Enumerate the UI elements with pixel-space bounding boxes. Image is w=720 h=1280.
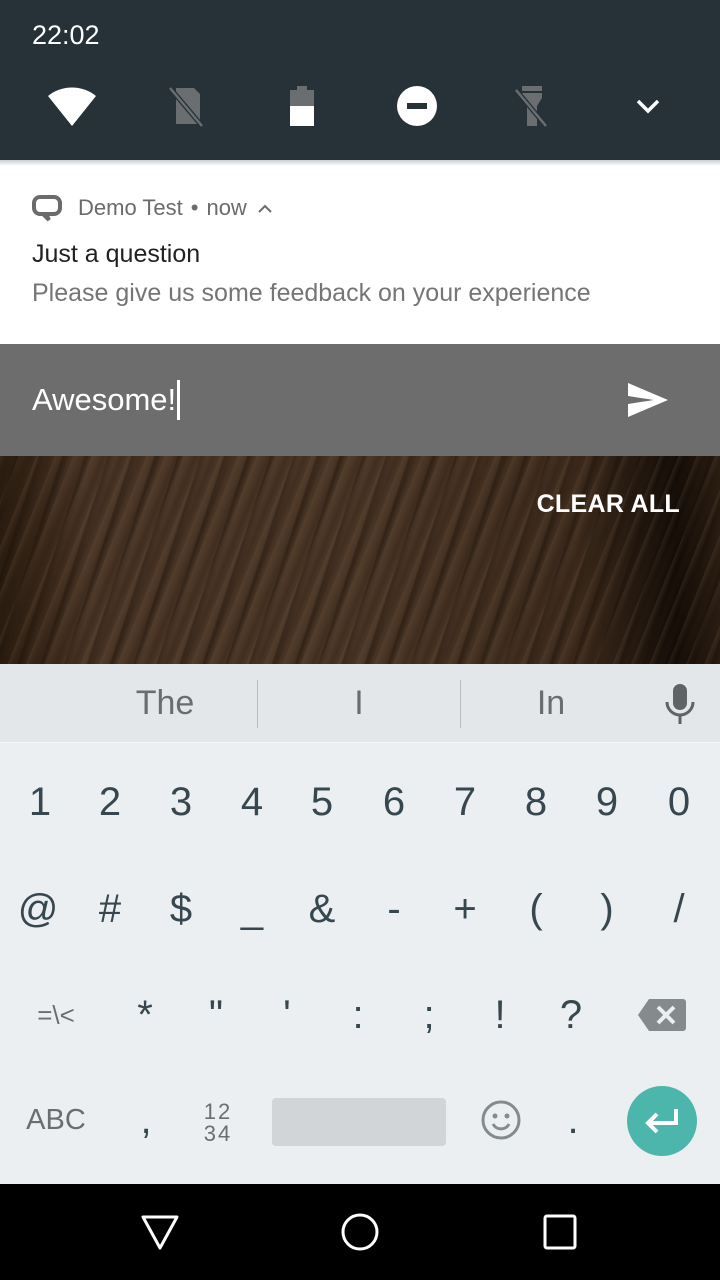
key-question[interactable]: ? <box>535 963 607 1067</box>
battery-icon <box>290 86 314 126</box>
notification-header[interactable]: Demo Test • now <box>32 192 273 224</box>
key-semicolon[interactable]: ; <box>393 963 465 1067</box>
numpad-key-bottom: 34 <box>203 1121 233 1146</box>
key-hash[interactable]: # <box>74 857 146 961</box>
key-at[interactable]: @ <box>2 857 74 961</box>
home-button[interactable] <box>328 1204 392 1260</box>
numpad-key[interactable]: 12 34 <box>182 1068 254 1178</box>
smiley-icon <box>481 1100 521 1140</box>
notification-time: now <box>206 195 247 220</box>
backspace-icon <box>638 999 686 1031</box>
flashlight-tile[interactable] <box>506 80 558 132</box>
clear-all-button[interactable]: CLEAR ALL <box>537 490 680 519</box>
key-asterisk[interactable]: * <box>109 963 181 1067</box>
key-underscore[interactable]: _ <box>216 857 288 961</box>
wifi-icon <box>48 87 96 126</box>
battery-tile[interactable] <box>276 80 328 132</box>
navigation-bar <box>0 1184 720 1280</box>
key-double-quote[interactable]: " <box>180 963 252 1067</box>
key-7[interactable]: 7 <box>429 750 501 854</box>
notification-separator: • <box>190 195 199 220</box>
microphone-icon[interactable] <box>660 682 700 726</box>
no-sim-icon <box>168 86 204 128</box>
send-button[interactable] <box>620 374 676 426</box>
send-icon <box>628 383 668 417</box>
back-button[interactable] <box>128 1204 192 1260</box>
key-dollar[interactable]: $ <box>145 857 217 961</box>
key-1[interactable]: 1 <box>4 750 76 854</box>
key-4[interactable]: 4 <box>216 750 288 854</box>
numpad-key-top: 12 <box>203 1099 233 1124</box>
recents-square-icon <box>543 1214 577 1250</box>
backspace-key[interactable] <box>626 963 698 1067</box>
wifi-tile[interactable] <box>46 80 98 132</box>
suggestion-2[interactable]: I <box>258 664 460 742</box>
key-9[interactable]: 9 <box>571 750 643 854</box>
key-exclamation[interactable]: ! <box>464 963 536 1067</box>
wallpaper-background: CLEAR ALL <box>0 456 720 664</box>
reply-bar: Awesome! <box>0 344 720 456</box>
recents-button[interactable] <box>528 1204 592 1260</box>
key-minus[interactable]: - <box>358 857 430 961</box>
abc-key[interactable]: ABC <box>20 1068 92 1172</box>
key-plus[interactable]: + <box>429 857 501 961</box>
notification-title: Just a question <box>32 240 201 268</box>
suggestion-1[interactable]: The <box>74 664 256 742</box>
chevron-up-icon[interactable] <box>257 202 273 214</box>
chat-bubble-icon <box>32 195 62 222</box>
key-2[interactable]: 2 <box>74 750 146 854</box>
key-slash[interactable]: / <box>643 857 715 961</box>
quick-settings-header: 22:02 <box>0 0 720 160</box>
key-period[interactable]: . <box>537 1068 609 1172</box>
key-ampersand[interactable]: & <box>286 857 358 961</box>
key-close-paren[interactable]: ) <box>571 857 643 961</box>
key-3[interactable]: 3 <box>145 750 217 854</box>
reply-input-value: Awesome! <box>32 382 177 417</box>
key-5[interactable]: 5 <box>286 750 358 854</box>
key-open-paren[interactable]: ( <box>500 857 572 961</box>
dnd-tile[interactable] <box>391 80 443 132</box>
suggestion-3[interactable]: In <box>461 664 641 742</box>
flashlight-off-icon <box>514 86 548 128</box>
key-colon[interactable]: : <box>322 963 394 1067</box>
home-circle-icon <box>341 1213 379 1251</box>
key-8[interactable]: 8 <box>500 750 572 854</box>
key-0[interactable]: 0 <box>643 750 715 854</box>
space-bar[interactable] <box>272 1098 446 1146</box>
back-triangle-icon <box>141 1215 179 1250</box>
enter-icon <box>645 1109 678 1134</box>
enter-key[interactable] <box>627 1086 697 1156</box>
chevron-down-icon <box>636 99 660 114</box>
do-not-disturb-icon <box>397 86 437 126</box>
status-time: 22:02 <box>32 20 100 50</box>
key-comma[interactable]: , <box>110 1068 182 1172</box>
key-6[interactable]: 6 <box>358 750 430 854</box>
notification-app-name: Demo Test <box>78 195 183 220</box>
reply-input[interactable]: Awesome! <box>32 378 181 422</box>
text-caret <box>177 380 181 420</box>
shade-divider <box>0 160 720 166</box>
expand-quick-settings-button[interactable] <box>622 80 674 132</box>
emoji-key[interactable] <box>465 1068 537 1172</box>
mobile-data-tile[interactable] <box>160 80 212 132</box>
keyboard: 1 2 3 4 5 6 7 8 9 0 @ # $ _ & - + ( ) / … <box>0 742 720 1184</box>
suggestion-strip: The I In <box>0 664 720 742</box>
notification-text: Please give us some feedback on your exp… <box>32 279 591 307</box>
key-single-quote[interactable]: ' <box>251 963 323 1067</box>
key-more-symbols[interactable]: =\< <box>20 963 92 1067</box>
